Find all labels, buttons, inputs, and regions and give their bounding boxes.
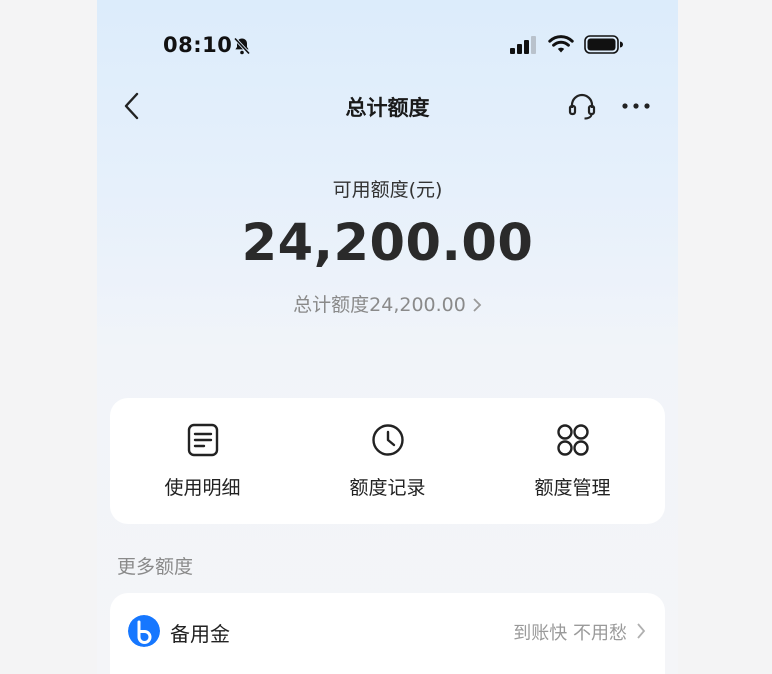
wifi-icon bbox=[548, 35, 574, 53]
chevron-right-icon bbox=[637, 623, 646, 639]
chevron-right-icon bbox=[472, 294, 482, 316]
headset-icon[interactable] bbox=[567, 91, 597, 121]
status-bar: 08:10 bbox=[97, 0, 678, 70]
list-item-reserve-fund[interactable]: 备用金 到账快 不用愁 bbox=[110, 593, 665, 669]
grid-icon bbox=[556, 424, 589, 456]
action-label: 额度管理 bbox=[534, 477, 611, 499]
list-item-description: 到账快 不用愁 bbox=[513, 623, 627, 644]
phone-screen: 08:10 总计额度 可用额度(元) 24,200.00 总计额度24,200.… bbox=[97, 0, 678, 674]
action-label: 额度记录 bbox=[349, 477, 426, 499]
limit-records-button[interactable]: 额度记录 bbox=[295, 398, 480, 524]
more-options-icon[interactable] bbox=[621, 96, 651, 116]
action-label: 使用明细 bbox=[164, 477, 241, 499]
b-logo-icon bbox=[128, 615, 160, 647]
available-amount-value: 24,200.00 bbox=[241, 214, 534, 273]
limit-management-button[interactable]: 额度管理 bbox=[480, 398, 665, 524]
more-limits-heading: 更多额度 bbox=[117, 556, 194, 578]
available-amount-label: 可用额度(元) bbox=[332, 179, 443, 201]
status-time: 08:10 bbox=[163, 33, 233, 57]
bell-muted-icon bbox=[233, 37, 251, 55]
battery-icon bbox=[584, 35, 623, 54]
usage-details-button[interactable]: 使用明细 bbox=[110, 398, 295, 524]
more-limits-card: 备用金 到账快 不用愁 bbox=[110, 593, 665, 674]
cellular-signal-icon bbox=[510, 36, 536, 54]
total-amount-link[interactable]: 总计额度24,200.00 bbox=[97, 290, 678, 317]
quick-actions-card: 使用明细 额度记录 额度管理 bbox=[110, 398, 665, 524]
list-item-name: 备用金 bbox=[170, 622, 230, 646]
clock-icon bbox=[371, 424, 404, 456]
list-icon bbox=[187, 423, 218, 457]
total-amount-text: 总计额度24,200.00 bbox=[293, 294, 466, 316]
